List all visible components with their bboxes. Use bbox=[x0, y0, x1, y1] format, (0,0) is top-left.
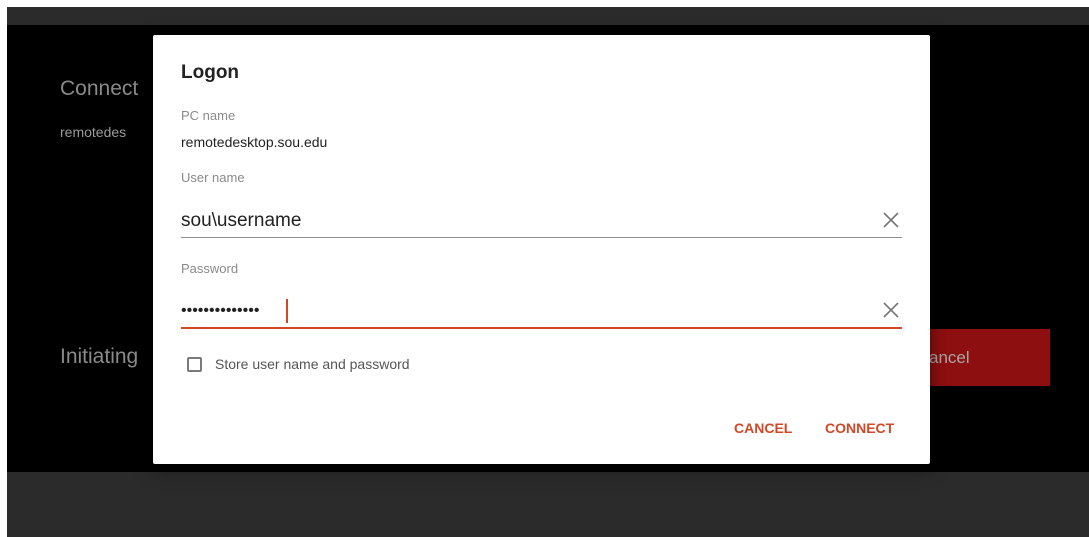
text-cursor bbox=[286, 299, 288, 323]
password-label: Password bbox=[181, 261, 239, 276]
user-name-input[interactable] bbox=[181, 207, 861, 235]
connecting-host: remotedes bbox=[60, 124, 127, 140]
remote-desktop-screen: Connect remotedes Initiating ancel Logon… bbox=[7, 7, 1089, 537]
close-icon[interactable] bbox=[880, 299, 902, 321]
close-icon[interactable] bbox=[880, 209, 902, 231]
cancel-button[interactable]: CANCEL bbox=[734, 420, 792, 436]
top-bar bbox=[7, 7, 1089, 25]
bottom-bar bbox=[7, 472, 1089, 537]
store-credentials-label[interactable]: Store user name and password bbox=[215, 356, 410, 372]
password-input[interactable] bbox=[181, 297, 861, 325]
password-field-container bbox=[181, 297, 902, 329]
background-cancel-label: ancel bbox=[929, 347, 970, 367]
user-name-field-container bbox=[181, 207, 902, 238]
connect-button[interactable]: CONNECT bbox=[825, 420, 894, 436]
pc-name-value: remotedesktop.sou.edu bbox=[181, 134, 328, 150]
dialog-title: Logon bbox=[181, 62, 240, 83]
connecting-title: Connect bbox=[60, 77, 139, 100]
logon-dialog: Logon PC name remotedesktop.sou.edu User… bbox=[153, 35, 930, 464]
initiating-status: Initiating bbox=[60, 345, 139, 368]
pc-name-label: PC name bbox=[181, 108, 236, 123]
user-name-label: User name bbox=[181, 170, 245, 185]
store-credentials-checkbox[interactable] bbox=[187, 357, 202, 372]
